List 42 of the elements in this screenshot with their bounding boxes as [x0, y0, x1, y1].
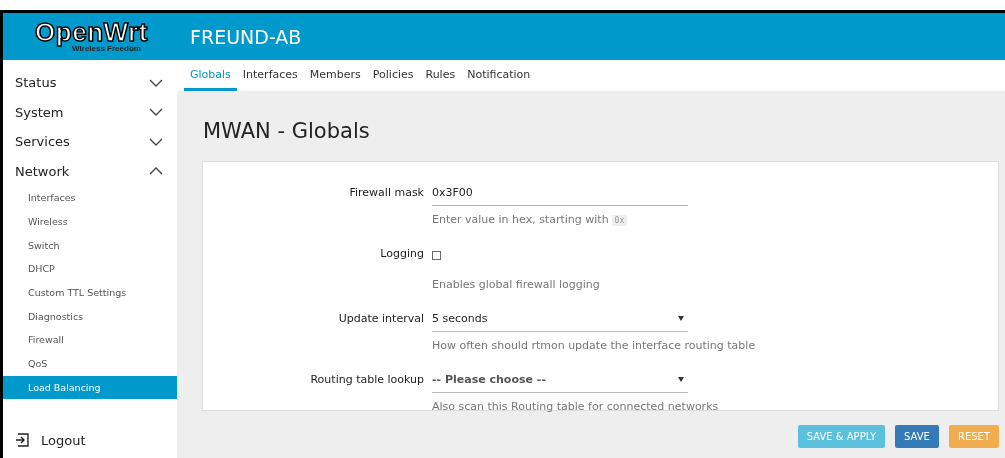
sidebar-subitem[interactable]: Switch	[3, 233, 177, 258]
dropdown-arrow-icon	[678, 377, 684, 382]
sidebar-item[interactable]: Status	[3, 68, 177, 98]
dropdown-arrow-icon	[678, 316, 684, 321]
field-description: Also scan this Routing table for connected networks	[432, 400, 719, 413]
sidebar-subitem[interactable]: Firewall	[3, 328, 177, 352]
field-label: Firewall mask	[348, 185, 424, 201]
sidebar-item[interactable]: System	[3, 97, 177, 127]
tab[interactable]: Interfaces	[236, 60, 304, 91]
hostname: FREUND-AB	[190, 25, 302, 48]
field-label: Update interval	[337, 311, 424, 327]
tab[interactable]: Rules	[419, 60, 462, 91]
select-field[interactable]: 5 seconds	[432, 304, 688, 332]
tab[interactable]: Members	[303, 60, 367, 91]
sidebar-subitem[interactable]: QoS	[3, 351, 177, 376]
field-description: Enables global firewall logging	[432, 278, 600, 291]
code-snippet: 0x	[611, 215, 628, 226]
checkbox[interactable]	[432, 251, 441, 260]
chevron-down-icon	[149, 78, 163, 87]
sidebar-subitem[interactable]: Diagnostics	[3, 304, 177, 329]
sidebar-item[interactable]: Services	[3, 127, 177, 157]
select-field[interactable]: -- Please choose --	[432, 365, 688, 393]
field-description: Enter value in hex, starting with	[432, 213, 609, 226]
field-label: Logging	[379, 246, 424, 262]
sidebar-subitem[interactable]: Wireless	[3, 209, 177, 234]
save-button[interactable]: SAVE	[895, 425, 939, 448]
tab[interactable]: Policies	[366, 60, 420, 91]
field-label: Routing table lookup	[309, 372, 424, 388]
text-field[interactable]: 0x3F00	[432, 178, 688, 206]
tab[interactable]: Notification	[461, 60, 537, 91]
sidebar-subitem[interactable]: Interfaces	[3, 186, 177, 210]
field-description: How often should rtmon update the interface routing table	[432, 339, 756, 352]
chevron-down-icon	[149, 108, 163, 117]
logo: OpenWrt Wireless Freedom	[35, 20, 148, 53]
chevron-down-icon	[149, 137, 163, 146]
chevron-up-icon	[149, 167, 163, 176]
logout-link[interactable]: Logout	[41, 432, 86, 448]
sidebar-subitem[interactable]: Custom TTL Settings	[3, 280, 177, 305]
logout-icon[interactable]	[15, 433, 29, 447]
sidebar-subitem[interactable]: DHCP	[3, 257, 177, 281]
sidebar-item[interactable]: Network	[3, 156, 177, 186]
page-title: MWAN - Globals	[203, 119, 371, 143]
